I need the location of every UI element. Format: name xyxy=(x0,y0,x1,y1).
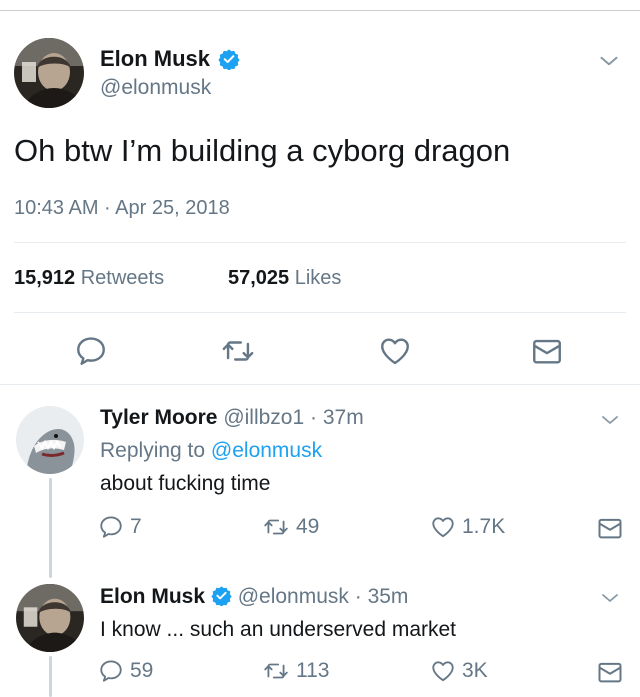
chevron-down-icon[interactable] xyxy=(598,586,622,610)
author-name[interactable]: Elon Musk xyxy=(100,47,240,71)
reply-time[interactable]: · 37m xyxy=(310,406,364,429)
retweet-button[interactable] xyxy=(220,334,256,368)
reply-count: 7 xyxy=(130,515,142,538)
like-icon xyxy=(378,334,412,368)
reply-button[interactable]: 59 xyxy=(98,658,153,684)
tweet-text: Oh btw I’m building a cyborg dragon xyxy=(14,133,511,168)
shark-avatar-image xyxy=(16,406,84,474)
direct-message-icon xyxy=(530,334,564,368)
like-stats[interactable]: 57,025 Likes xyxy=(228,266,341,290)
author-name-text: Elon Musk xyxy=(100,46,211,71)
chevron-down-icon[interactable] xyxy=(598,408,622,432)
reply-header: Tyler Moore @illbzo1 · 37m xyxy=(100,406,364,430)
reply-header: Elon Musk @elonmusk · 35m xyxy=(100,585,408,609)
like-icon xyxy=(430,514,456,540)
retweet-count: 15,912 xyxy=(14,267,76,289)
author-handle[interactable]: @illbzo1 xyxy=(223,406,304,429)
author-name[interactable]: Tyler Moore xyxy=(100,406,217,429)
tweet-timestamp[interactable]: 10:43 AM · Apr 25, 2018 xyxy=(14,196,230,220)
thread-connector xyxy=(49,478,52,578)
replying-handle-link[interactable]: @elonmusk xyxy=(211,439,322,462)
divider xyxy=(14,242,626,243)
retweet-button[interactable]: 49 xyxy=(262,514,319,540)
avatar[interactable] xyxy=(14,38,84,108)
retweet-icon xyxy=(262,658,290,684)
direct-message-button[interactable] xyxy=(530,334,564,368)
divider xyxy=(0,384,640,385)
retweet-button[interactable]: 113 xyxy=(262,658,329,684)
replying-to: Replying to @elonmusk xyxy=(100,439,322,463)
like-button[interactable]: 3K xyxy=(430,658,488,684)
reply-icon xyxy=(98,514,124,540)
retweet-label: Retweets xyxy=(80,267,165,289)
reply-icon xyxy=(98,658,124,684)
retweet-icon xyxy=(220,334,256,368)
like-button[interactable] xyxy=(378,334,412,368)
reply-button[interactable] xyxy=(74,334,108,368)
reply-button[interactable]: 7 xyxy=(98,514,142,540)
retweet-count: 113 xyxy=(296,659,330,682)
reply-text: I know ... such an underserved market xyxy=(100,618,457,641)
retweet-stats[interactable]: 15,912 Retweets xyxy=(14,266,164,290)
elon-avatar-image xyxy=(14,38,84,108)
like-count: 1.7K xyxy=(462,515,506,538)
direct-message-button[interactable] xyxy=(596,514,624,542)
replying-prefix: Replying to xyxy=(100,439,206,462)
like-label: Likes xyxy=(294,267,342,289)
reply-count: 59 xyxy=(130,659,154,682)
divider xyxy=(14,312,626,313)
avatar[interactable] xyxy=(16,584,84,652)
reply-icon xyxy=(74,334,108,368)
direct-message-button[interactable] xyxy=(596,658,624,686)
like-button[interactable]: 1.7K xyxy=(430,514,505,540)
author-name[interactable]: Elon Musk xyxy=(100,585,205,608)
verified-badge-icon xyxy=(218,48,240,70)
chevron-down-icon[interactable] xyxy=(596,48,622,74)
direct-message-icon xyxy=(596,514,624,542)
like-count: 57,025 xyxy=(228,267,290,289)
avatar[interactable] xyxy=(16,406,84,474)
retweet-icon xyxy=(262,514,290,540)
reply-time[interactable]: · 35m xyxy=(355,585,409,608)
thread-connector xyxy=(49,656,52,697)
author-handle[interactable]: @elonmusk xyxy=(238,585,349,608)
reply-text: about fucking time xyxy=(100,472,271,495)
direct-message-icon xyxy=(596,658,624,686)
author-handle[interactable]: @elonmusk xyxy=(100,76,211,100)
verified-badge-icon xyxy=(211,585,232,606)
retweet-count: 49 xyxy=(296,515,320,538)
like-icon xyxy=(430,658,456,684)
like-count: 3K xyxy=(462,659,488,682)
elon-avatar-image xyxy=(16,584,84,652)
top-border xyxy=(0,10,640,11)
